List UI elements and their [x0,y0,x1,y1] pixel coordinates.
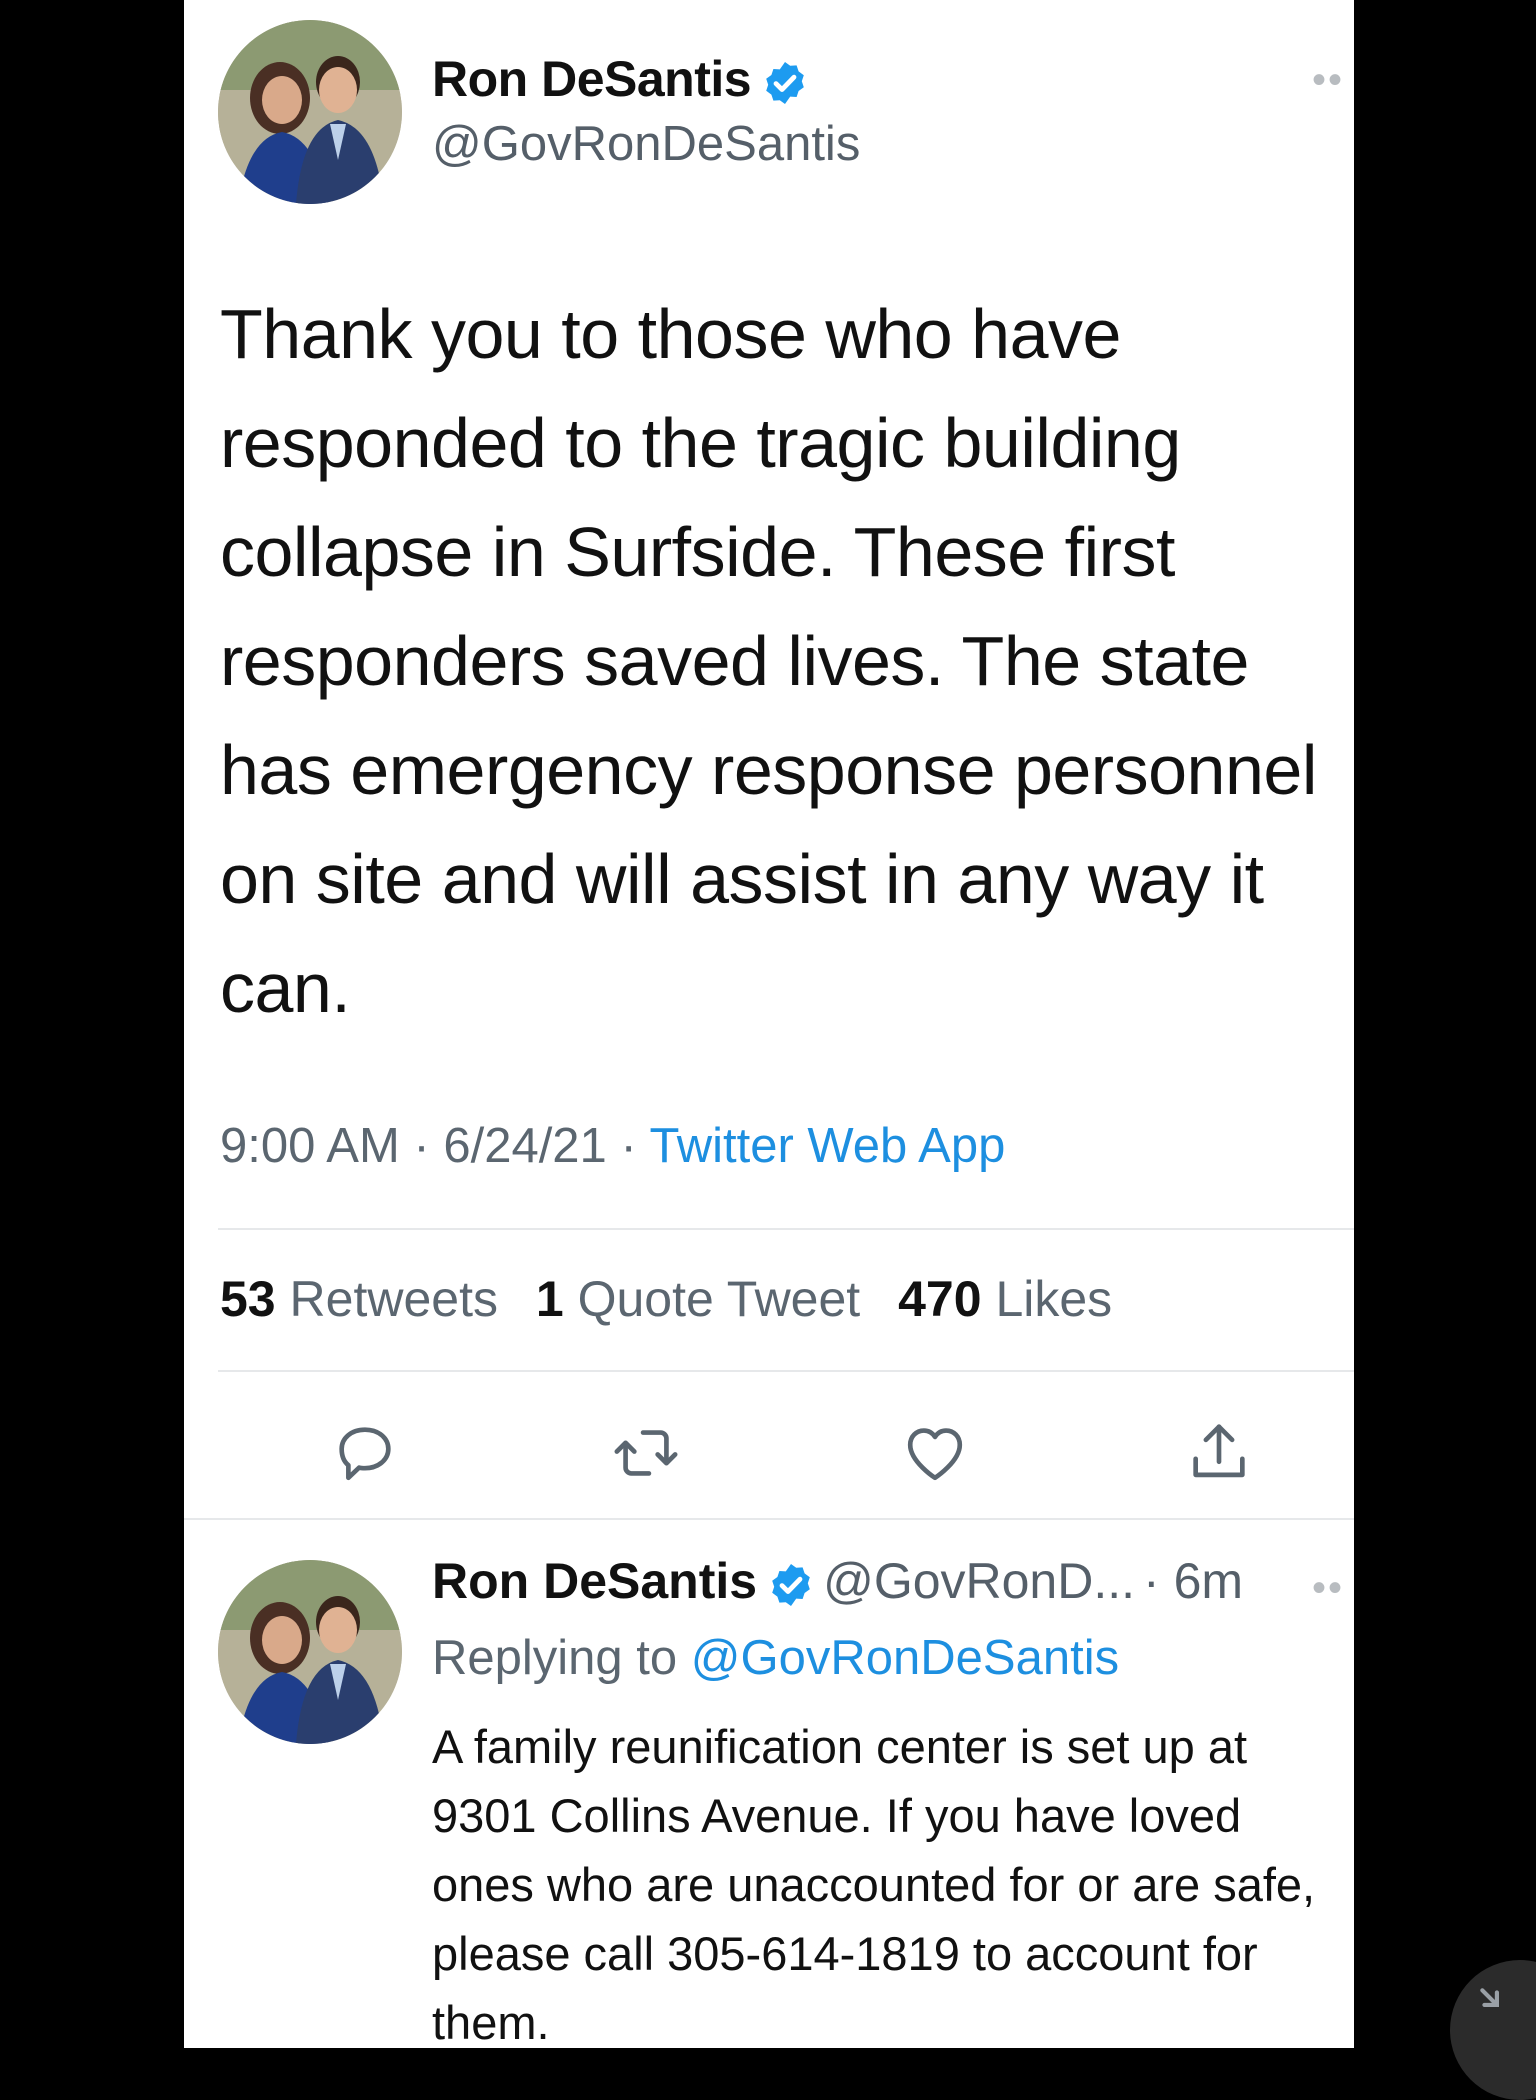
reply-author-handle[interactable]: @GovRonD... [823,1553,1135,1609]
meta-separator: · [606,1119,650,1173]
collapse-button[interactable] [1450,1960,1536,2100]
author-handle[interactable]: @GovRonDeSantis [432,116,860,172]
like-icon[interactable] [900,1418,970,1488]
tweet-detail-panel: Ron DeSantis @GovRonDeSantis •• Thank yo… [184,0,1354,2048]
verified-badge-icon [772,1563,810,1606]
reply-age[interactable]: · 6m [1143,1553,1243,1609]
quotes-label: Quote Tweet [577,1271,861,1327]
replying-to-line: Replying to @GovRonDeSantis [432,1630,1119,1686]
verified-badge-icon [766,61,804,104]
likes-stat[interactable]: 470 Likes [898,1271,1112,1327]
tweet-date[interactable]: 6/24/21 [443,1119,607,1173]
quote-tweets-stat[interactable]: 1 Quote Tweet [536,1271,860,1327]
quotes-count: 1 [535,1271,564,1327]
likes-label: Likes [995,1271,1113,1327]
tweet-source-link[interactable]: Twitter Web App [650,1119,1006,1173]
author-name-row[interactable]: Ron DeSantis [432,50,809,108]
tweet-text: Thank you to those who have responded to… [220,295,1317,1027]
reply-author-avatar[interactable] [218,1560,402,1744]
retweet-icon[interactable] [611,1418,681,1488]
author-name[interactable]: Ron DeSantis [432,51,752,107]
avatar-photo-icon [218,20,402,204]
reply-header: Ron DeSantis @GovRonD... · 6m [432,1552,1243,1610]
retweets-label: Retweets [289,1271,498,1327]
collapse-arrows-icon [1480,1988,1499,2007]
share-icon[interactable] [1184,1418,1254,1488]
divider [184,1518,1354,1520]
retweets-stat[interactable]: 53 Retweets [220,1271,498,1327]
replying-prefix: Replying to [432,1631,678,1685]
tweet-action-bar [184,1410,1354,1500]
more-dots-icon[interactable]: •• [1312,1566,1344,1611]
reply-icon[interactable] [330,1418,400,1488]
reply-author-name[interactable]: Ron DeSantis [432,1553,757,1609]
more-dots-icon[interactable]: •• [1312,58,1344,103]
meta-separator: · [399,1119,444,1173]
replying-to-handle[interactable]: @GovRonDeSantis [691,1631,1119,1685]
divider [218,1228,1354,1230]
tweet-meta: 9:00 AM · 6/24/21 · Twitter Web App [220,1118,1005,1174]
divider [218,1370,1354,1372]
avatar-photo-icon [218,1560,402,1744]
reply-text: A family reunification center is set up … [432,1720,1316,2048]
tweet-stats: 53 Retweets 1 Quote Tweet 470 Likes [220,1270,1136,1328]
retweets-count: 53 [220,1271,276,1327]
likes-count: 470 [898,1271,982,1327]
author-avatar[interactable] [218,20,402,204]
tweet-time: 9:00 AM [220,1119,400,1173]
